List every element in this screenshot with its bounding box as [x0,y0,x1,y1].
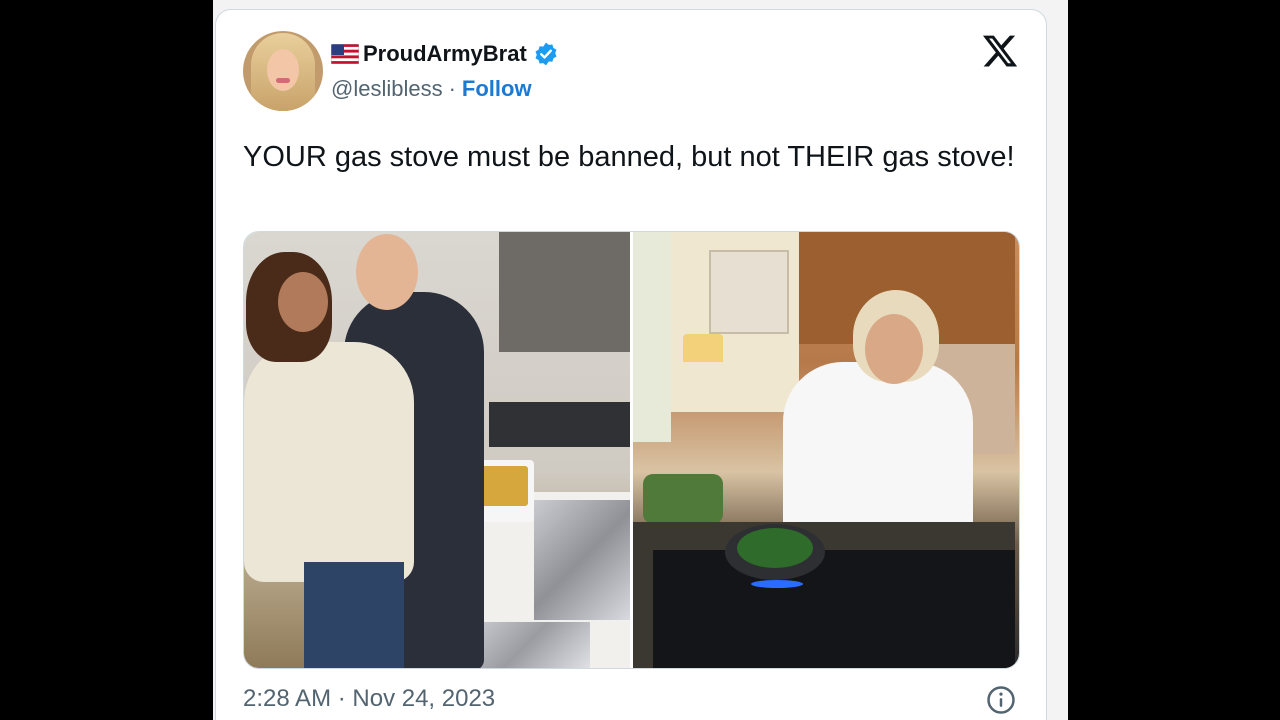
avatar-lips [276,78,290,83]
tweet-text: YOUR gas stove must be banned, but not T… [243,141,1015,173]
cooktop-shape [653,550,1015,668]
tweet-media-grid[interactable] [243,231,1020,669]
media-photo-right[interactable] [633,232,1019,668]
stove-shape [489,402,630,447]
screenshot-stage: ProudArmyBrat @leslibless · Follow YOUR … [0,0,1280,720]
foil-tray-shape [534,500,630,620]
author-handle[interactable]: @leslibless [331,76,443,102]
cabinet-shape [499,232,630,352]
us-flag-icon [331,44,359,64]
burner-flame-shape [751,580,803,588]
follow-button[interactable]: Follow [462,76,532,102]
spinach-shape [737,528,813,568]
person-figure-shape [244,342,414,582]
salad-bowl-shape [643,474,723,524]
avatar-face [267,49,299,91]
info-icon[interactable] [986,685,1016,715]
person-face-shape [278,272,328,332]
person-face-shape [865,314,923,384]
author-name-row[interactable]: ProudArmyBrat [331,38,559,70]
person-face-shape [356,234,418,310]
author-handle-row: @leslibless · Follow [331,76,532,102]
separator-dot: · [448,76,456,101]
person-jeans-shape [304,562,404,668]
media-photo-left[interactable] [244,232,633,668]
window-shape [633,232,671,442]
verified-badge-icon [535,42,557,66]
author-display-name[interactable]: ProudArmyBrat [363,41,527,67]
wall-art-shape [709,250,789,334]
avatar[interactable] [243,31,323,111]
tweet-card: ProudArmyBrat @leslibless · Follow YOUR … [215,9,1047,720]
tweet-timestamp[interactable]: 2:28 AM · Nov 24, 2023 [243,685,495,713]
lamp-shape [683,334,723,362]
x-logo-icon[interactable] [981,32,1019,70]
